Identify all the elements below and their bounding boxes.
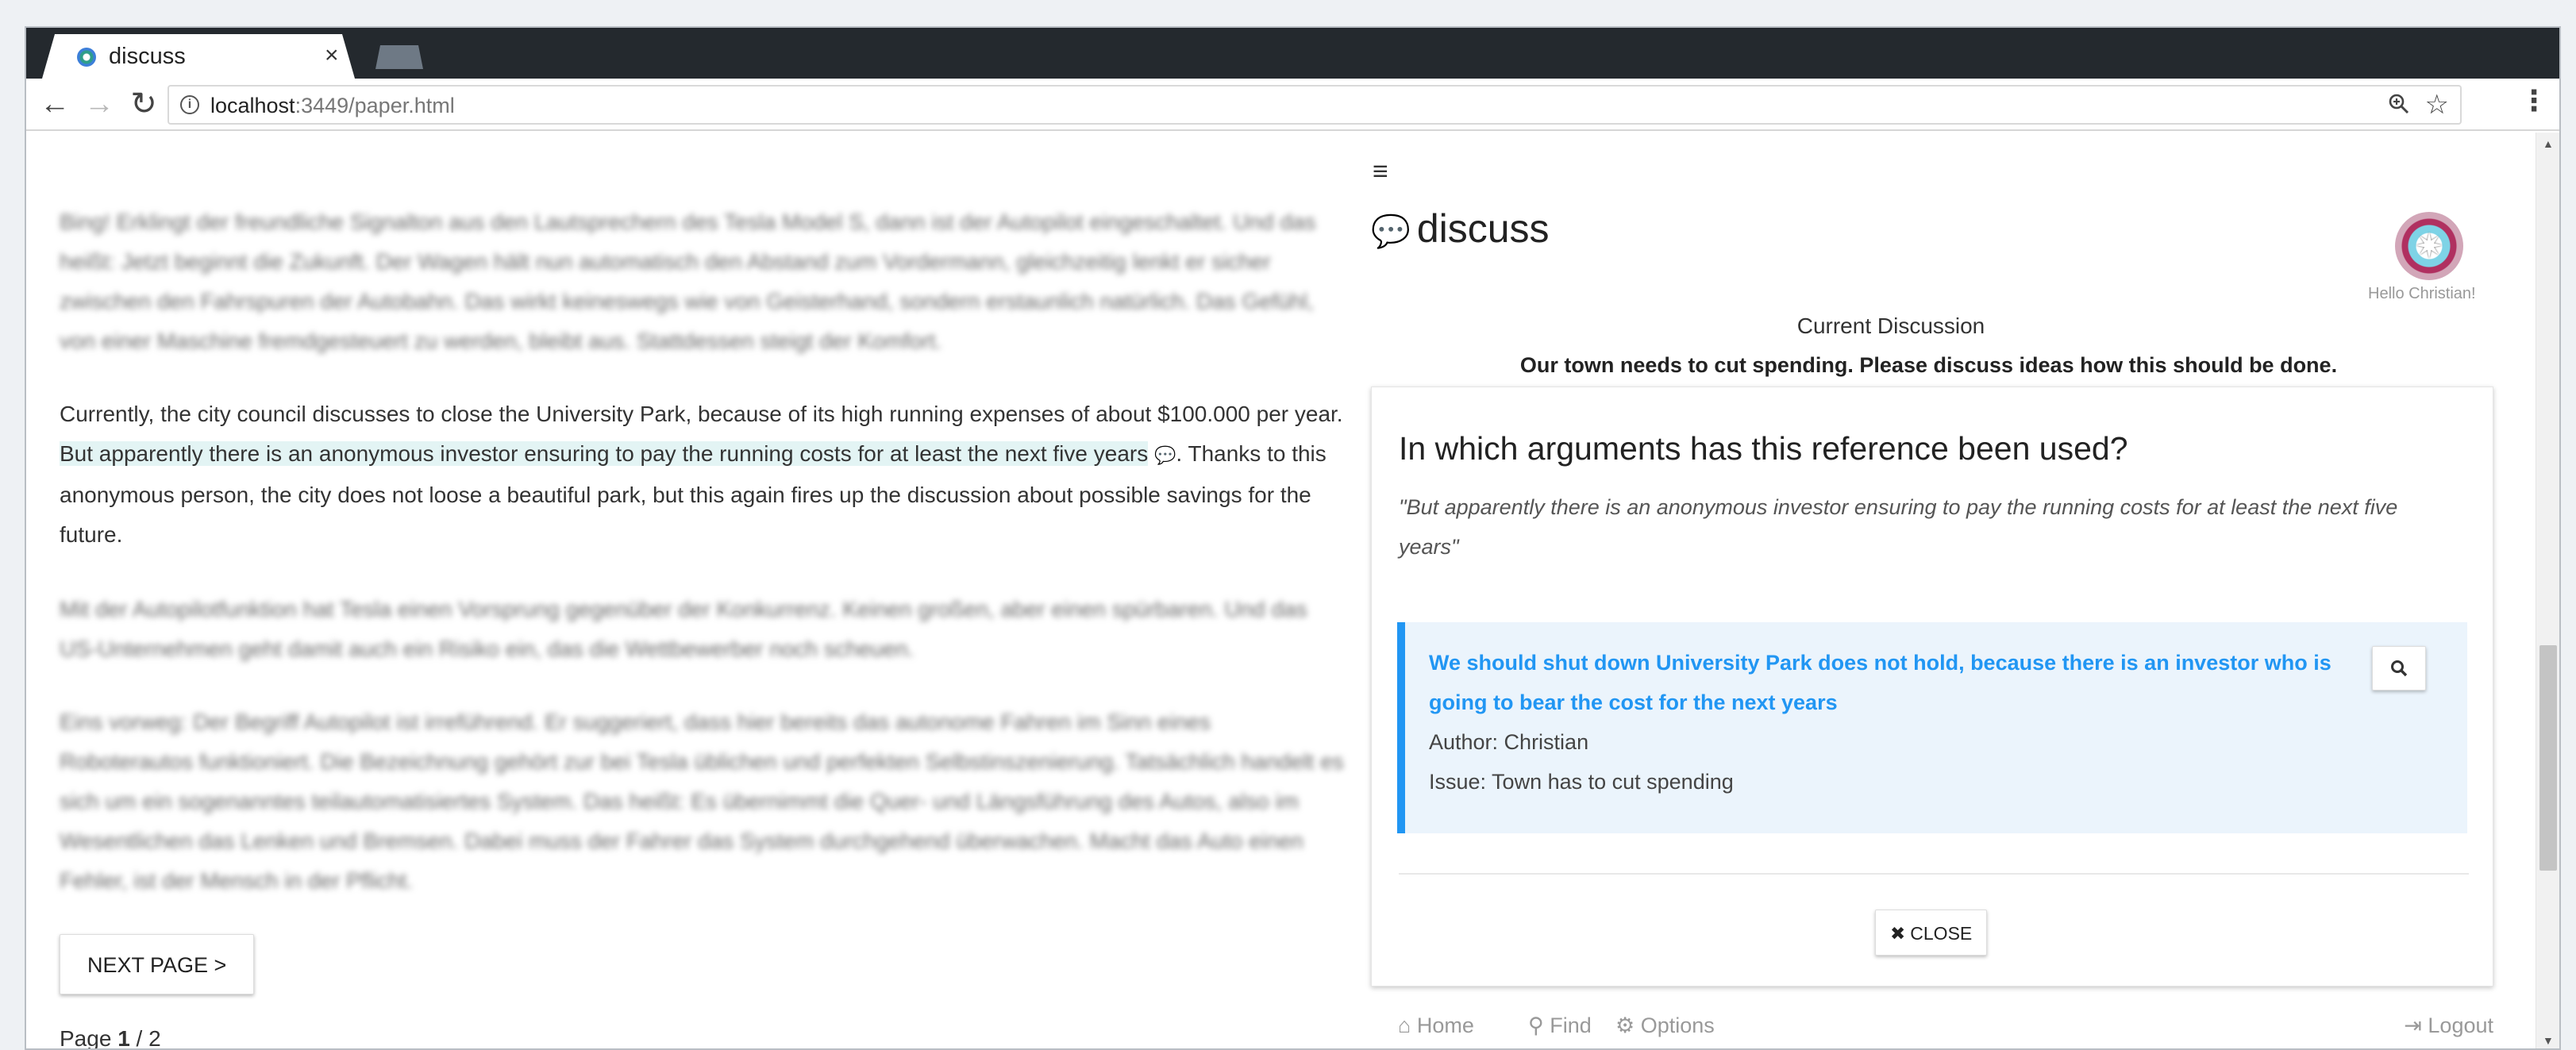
tab-discuss[interactable]: discuss × — [42, 34, 355, 79]
footer-options-link[interactable]: ⚙ Options — [1615, 1013, 1715, 1038]
greeting: Hello Christian! — [2368, 285, 2476, 302]
blurred-paragraph: Mit der Autopilotfunktion hat Tesla eine… — [60, 597, 1307, 661]
current-discussion-label: Current Discussion — [1796, 313, 1985, 338]
close-label: CLOSE — [1910, 923, 1973, 944]
search-icon — [2391, 660, 2408, 677]
highlighted-reference[interactable]: But apparently there is an anonymous inv… — [60, 441, 1149, 466]
zoom-icon[interactable] — [2387, 92, 2411, 122]
page-total: / 2 — [129, 1026, 161, 1050]
avatar-star-icon: ✷ — [2414, 226, 2444, 266]
url-host: localhost — [210, 94, 295, 117]
footer-home-label: Home — [1416, 1013, 1474, 1037]
reference-quote: "But apparently there is an anonymous in… — [1399, 495, 2398, 559]
paragraph-text: Currently, the city council discusses to… — [60, 402, 1343, 426]
argument-link[interactable]: We should shut down University Park does… — [1429, 643, 2358, 722]
blurred-paragraph: Eins vorweg: Der Begriff Autopilot ist i… — [60, 710, 1344, 893]
home-icon: ⌂ — [1398, 1013, 1411, 1037]
forward-arrow-icon[interactable]: → — [82, 87, 117, 121]
page-label: Page — [60, 1026, 112, 1050]
footer-logout-label: Logout — [2428, 1013, 2493, 1037]
discuss-sidebar: ≡ 💬 discuss ✷ Hello Christian! Current Di… — [1371, 133, 2522, 1048]
favicon-icon — [77, 48, 96, 67]
scroll-down-icon[interactable]: ▼ — [2543, 1034, 2554, 1047]
scroll-up-icon[interactable]: ▲ — [2543, 137, 2554, 150]
scroll-thumb[interactable] — [2539, 645, 2557, 871]
page-content: Bing! Erklingt der freundliche Signalton… — [26, 133, 2537, 1050]
back-arrow-icon[interactable]: ← — [37, 87, 72, 121]
issue-title: Our town needs to cut spending. Please d… — [1519, 353, 2338, 377]
search-icon: ⚲ — [1528, 1013, 1544, 1037]
next-page-button[interactable]: NEXT PAGE > — [60, 934, 255, 994]
browser-toolbar: ← → ↻ i localhost:3449/paper.html ☆ ⋮ — [26, 79, 2559, 131]
logout-icon: ⇥ — [2404, 1013, 2422, 1037]
bookmark-star-icon[interactable]: ☆ — [2425, 89, 2449, 121]
argument-item: We should shut down University Park does… — [1397, 622, 2467, 833]
new-tab-button[interactable] — [375, 45, 423, 69]
focused-paragraph: Currently, the city council discusses to… — [60, 394, 1346, 555]
info-icon[interactable]: i — [180, 95, 199, 114]
brand-title: 💬 discuss — [1371, 206, 1550, 252]
page-scrollbar[interactable]: ▲ ▼ — [2536, 133, 2559, 1048]
browser-window: discuss × ← → ↻ i localhost:3449/paper.h… — [25, 26, 2561, 1050]
argument-issue: Issue: Town has to cut spending — [1429, 770, 1734, 794]
reload-icon[interactable]: ↻ — [126, 87, 161, 121]
comment-icon[interactable]: 💬 — [1154, 445, 1176, 465]
footer-home-link[interactable]: ⌂ Home — [1398, 1013, 1474, 1038]
close-button[interactable]: ✖ CLOSE — [1875, 910, 1988, 956]
footer-find-link[interactable]: ⚲ Find — [1528, 1013, 1592, 1038]
gear-icon: ⚙ — [1615, 1013, 1635, 1037]
footer-options-label: Options — [1640, 1013, 1715, 1037]
tab-title: discuss — [109, 44, 186, 69]
hamburger-menu-icon[interactable]: ≡ — [1373, 156, 1388, 187]
avatar[interactable]: ✷ — [2395, 212, 2463, 280]
tab-close-icon[interactable]: × — [325, 42, 339, 69]
footer-find-label: Find — [1550, 1013, 1592, 1037]
card-divider — [1399, 873, 2469, 875]
footer-logout-link[interactable]: ⇥ Logout — [2404, 1013, 2493, 1038]
card-title: In which arguments has this reference be… — [1399, 430, 2128, 467]
comments-icon: 💬 — [1371, 214, 1411, 249]
address-bar[interactable]: i localhost:3449/paper.html ☆ — [167, 85, 2462, 125]
url-text[interactable]: localhost:3449/paper.html — [210, 94, 455, 118]
browser-menu-icon[interactable]: ⋮ — [2520, 85, 2548, 117]
tab-strip: discuss × — [26, 28, 2559, 79]
argument-author: Author: Christian — [1429, 730, 1589, 754]
page-indicator: Page 1 / 2 — [60, 1026, 161, 1050]
search-button[interactable] — [2372, 646, 2426, 690]
close-icon: ✖ — [1890, 923, 1906, 944]
reference-card: In which arguments has this reference be… — [1371, 387, 2493, 987]
brand-text: discuss — [1416, 206, 1550, 251]
url-path: :3449/paper.html — [295, 94, 455, 117]
blurred-paragraph: Bing! Erklingt der freundliche Signalton… — [60, 210, 1316, 353]
page-current: 1 — [117, 1026, 130, 1050]
